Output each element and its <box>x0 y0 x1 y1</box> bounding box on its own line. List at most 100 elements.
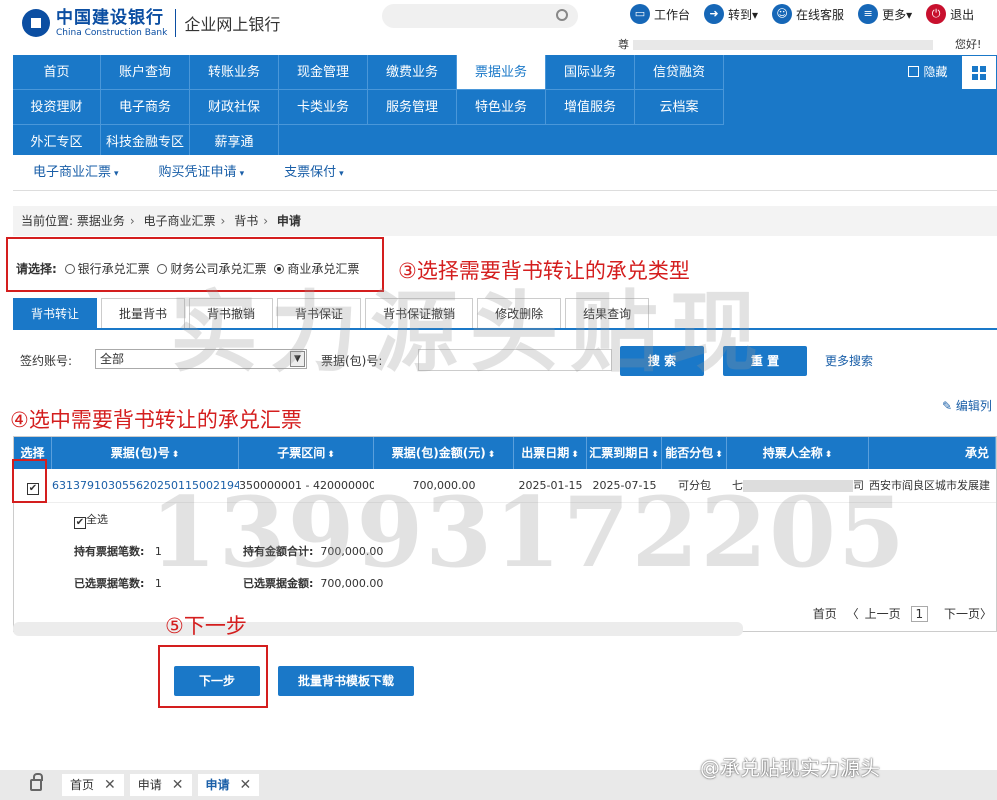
account-select[interactable]: 全部 ▼ <box>95 349 307 369</box>
sort-icon: ⬍ <box>171 450 180 460</box>
nav-hide-button[interactable]: 隐藏 <box>893 55 963 90</box>
select-all-checkbox[interactable]: ✔ 全选 <box>74 511 108 529</box>
subnav-label: 电子商业汇票 <box>33 165 112 180</box>
nav-item[interactable]: 账户查询 <box>101 55 190 90</box>
sort-icon: ⬍ <box>824 450 833 460</box>
nav-item[interactable]: 缴费业务 <box>368 55 457 90</box>
greeting: 尊 <box>618 36 937 52</box>
nav-item[interactable]: 增值服务 <box>546 90 635 125</box>
sub-nav: 电子商业汇票 ▾ 购买凭证申请 ▾ 支票保付 ▾ <box>13 155 997 191</box>
sort-icon: ⬍ <box>715 450 723 460</box>
col-due-date[interactable]: 汇票到期日 ⬍ <box>587 437 662 469</box>
redacted-holder <box>743 480 853 492</box>
nav-row-2: 投资理财 电子商务 财政社保 卡类业务 服务管理 特色业务 增值服务 云档案 <box>13 90 724 125</box>
tab-result-query[interactable]: 结果查询 <box>565 298 650 328</box>
nav-item-active[interactable]: 票据业务 <box>457 55 546 90</box>
query-form: 签约账号: 全部 ▼ 票据(包)号: 搜 索 重 置 更多搜索 <box>20 346 980 376</box>
col-acceptor[interactable]: 承兑 <box>869 437 996 469</box>
bottom-tab[interactable]: 首页 ✕ <box>62 774 124 796</box>
subnav-item[interactable]: 购买凭证申请 ▾ <box>139 155 265 190</box>
bill-no-cell[interactable]: 631379103055620250115002194317 <box>52 469 239 503</box>
pager-prev[interactable]: 〈上一页 <box>847 607 901 621</box>
ccb-logo[interactable]: 中国建设银行 China Construction Bank 企业网上银行 <box>22 8 280 38</box>
more-search-link[interactable]: 更多搜索 <box>825 352 873 369</box>
horizontal-scrollbar[interactable] <box>13 622 743 636</box>
range-cell: 350000001 - 420000000 <box>239 479 374 492</box>
tab-endorse-transfer[interactable]: 背书转让 <box>13 298 98 328</box>
nav-item[interactable]: 财政社保 <box>190 90 279 125</box>
tab-modify-delete[interactable]: 修改删除 <box>477 298 562 328</box>
tool-goto[interactable]: ➜ 转到▾ <box>704 4 758 24</box>
search-button[interactable]: 搜 索 <box>620 346 704 376</box>
breadcrumb-item[interactable]: 票据业务 <box>77 214 125 228</box>
monitor-icon: ▭ <box>630 4 650 24</box>
bottom-tab-label: 申请 <box>137 778 162 792</box>
header-tools: ▭ 工作台 ➜ 转到▾ ☺ 在线客服 ≡ 更多▾ ⏻ 退出 <box>630 4 974 24</box>
nav-item[interactable]: 特色业务 <box>457 90 546 125</box>
close-icon[interactable]: ✕ <box>240 774 252 796</box>
issue-date-cell: 2025-01-15 <box>518 479 583 492</box>
close-icon[interactable]: ✕ <box>104 774 116 796</box>
table-row[interactable]: ✔ 631379103055620250115002194317 3500000… <box>14 469 996 503</box>
batch-template-download-button[interactable]: 批量背书模板下载 <box>278 666 414 696</box>
col-holder[interactable]: 持票人全称 ⬍ <box>727 437 869 469</box>
global-search-input[interactable] <box>382 4 578 28</box>
summary-value: 700,000.00 <box>320 577 384 590</box>
summary-label: 持有金额合计: <box>243 545 314 558</box>
bottom-tab-active[interactable]: 申请 ✕ <box>197 774 260 796</box>
breadcrumb-item[interactable]: 电子商业汇票 <box>144 214 216 228</box>
tab-guarantee-cancel[interactable]: 背书保证撤销 <box>365 298 474 328</box>
redacted-name <box>633 40 933 50</box>
nav-item[interactable]: 云档案 <box>635 90 724 125</box>
reset-button[interactable]: 重 置 <box>723 346 807 376</box>
annotation-step3: ③选择需要背书转让的承兑类型 <box>398 259 690 283</box>
sort-icon: ⬍ <box>327 450 335 460</box>
nav-item[interactable]: 服务管理 <box>368 90 457 125</box>
bottom-tab[interactable]: 申请 ✕ <box>129 774 192 796</box>
tab-batch-endorse[interactable]: 批量背书 <box>101 298 186 328</box>
checkbox-checked-icon: ✔ <box>74 517 86 529</box>
pager-first[interactable]: 首页 <box>813 607 837 621</box>
bill-no-input[interactable] <box>418 349 612 371</box>
search-icon[interactable] <box>556 9 568 21</box>
tool-workbench[interactable]: ▭ 工作台 <box>630 4 690 24</box>
nav-item[interactable]: 首页 <box>13 55 101 90</box>
tool-logout[interactable]: ⏻ 退出 <box>926 4 974 24</box>
subnav-label: 支票保付 <box>284 165 337 180</box>
nav-item[interactable]: 信贷融资 <box>635 55 724 90</box>
tab-endorse-cancel[interactable]: 背书撤销 <box>189 298 274 328</box>
tool-label: 转到▾ <box>728 7 759 22</box>
edit-columns-link[interactable]: ✎ 编辑列 <box>942 397 992 414</box>
sort-icon: ⬍ <box>571 450 579 460</box>
tool-more[interactable]: ≡ 更多▾ <box>858 4 912 24</box>
app-grid-button[interactable] <box>961 55 997 90</box>
subnav-item[interactable]: 电子商业汇票 ▾ <box>13 155 139 190</box>
subnav-item[interactable]: 支票保付 ▾ <box>264 155 364 190</box>
col-amount[interactable]: 票据(包)金额(元) ⬍ <box>374 437 514 469</box>
hold-count: 持有票据笔数: 1 <box>74 543 162 559</box>
tool-online-service[interactable]: ☺ 在线客服 <box>772 4 844 24</box>
pager-current-page[interactable]: 1 <box>910 606 929 622</box>
hold-amount: 持有金额合计: 700,000.00 <box>243 543 383 559</box>
next-step-button[interactable]: 下一步 <box>174 666 260 696</box>
pager-next[interactable]: 下一页〉 <box>938 607 992 621</box>
breadcrumb-item[interactable]: 背书 <box>234 214 258 228</box>
col-splittable[interactable]: 能否分包 ⬍ <box>662 437 727 469</box>
tool-label: 更多▾ <box>882 7 913 22</box>
nav-item[interactable]: 现金管理 <box>279 55 368 90</box>
col-issue-date[interactable]: 出票日期 ⬍ <box>514 437 587 469</box>
select-all-label: 全选 <box>86 513 108 526</box>
col-range[interactable]: 子票区间 ⬍ <box>239 437 374 469</box>
nav-item[interactable]: 国际业务 <box>546 55 635 90</box>
tab-endorse-guarantee[interactable]: 背书保证 <box>277 298 362 328</box>
tool-label: 退出 <box>950 7 975 22</box>
col-bill-no[interactable]: 票据(包)号 ⬍ <box>52 437 239 469</box>
close-icon[interactable]: ✕ <box>172 774 184 796</box>
bottom-tab-label: 申请 <box>205 778 230 792</box>
breadcrumb-current: 申请 <box>276 214 301 228</box>
lock-icon[interactable] <box>30 773 43 791</box>
nav-item[interactable]: 投资理财 <box>13 90 101 125</box>
nav-item[interactable]: 电子商务 <box>101 90 190 125</box>
nav-item[interactable]: 卡类业务 <box>279 90 368 125</box>
nav-item[interactable]: 转账业务 <box>190 55 279 90</box>
